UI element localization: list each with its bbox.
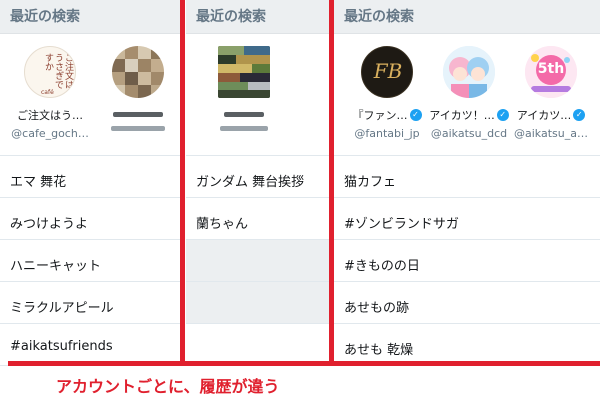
recent-search-panel-left: 最近の検索 ご注文はうさぎですか café ご注文はう… @cafe_goch… [0, 0, 182, 370]
empty-history-slot [186, 282, 330, 324]
pixelated-avatar-image [218, 46, 270, 98]
user-avatar [443, 46, 495, 98]
redacted-handle [220, 123, 268, 131]
user-avatar-redacted [218, 46, 270, 98]
user-handle: @fantabi_jp [354, 127, 420, 140]
avatar-logo-text: FB [373, 59, 403, 83]
search-history-item[interactable]: ミラクルアピール [0, 282, 182, 324]
anime-characters-avatar-image [443, 46, 495, 98]
annotation-divider-right [329, 0, 334, 366]
search-history-item[interactable]: あせも 乾燥 [334, 324, 600, 366]
search-history-item[interactable]: 蘭ちゃん [186, 198, 330, 240]
search-history-item[interactable]: #ゾンビランドサガ [334, 198, 600, 240]
verified-badge-icon: ✓ [496, 109, 509, 121]
search-history-item[interactable]: ハニーキャット [0, 240, 182, 282]
recent-user-aikatsu-anime[interactable]: 5th アイカツ… ✓ @aikatsu_a… [510, 46, 592, 155]
user-handle: @cafe_goch… [11, 127, 89, 140]
annotation-underline [8, 361, 600, 366]
user-name-row: 『ファン… ✓ [353, 107, 422, 123]
redacted-name [224, 109, 264, 117]
recent-users-row [186, 34, 330, 156]
user-name: アイカツ… [516, 109, 572, 122]
search-history-item[interactable]: ガンダム 舞台挨拶 [186, 156, 330, 198]
redacted-name [113, 109, 163, 117]
avatar-logo-sub: café [41, 89, 54, 96]
recent-user-redacted[interactable] [94, 46, 182, 155]
recent-search-panel-right: 最近の検索 FB 『ファン… ✓ @fantabi_jp アイカツ！… ✓ @a… [334, 0, 600, 370]
user-avatar: ご注文はうさぎですか café [24, 46, 76, 98]
search-history-item[interactable]: #きものの日 [334, 240, 600, 282]
recent-user-fantabi[interactable]: FB 『ファン… ✓ @fantabi_jp [346, 46, 428, 155]
user-name-row: アイカツ！… ✓ [429, 107, 509, 123]
verified-badge-icon: ✓ [409, 109, 422, 121]
annotation-caption: アカウントごとに、履歴が違う [56, 377, 280, 396]
verified-badge-icon: ✓ [573, 109, 586, 121]
recent-user-redacted[interactable] [214, 46, 274, 155]
recent-search-panel-middle: 最近の検索 ガンダム 舞台挨拶 蘭ちゃん [186, 0, 330, 370]
search-history-item[interactable]: みつけようよ [0, 198, 182, 240]
user-avatar-redacted [112, 46, 164, 98]
search-history-item[interactable]: 猫カフェ [334, 156, 600, 198]
user-handle: @aikatsu_a… [514, 127, 588, 140]
empty-history-slot [186, 240, 330, 282]
recent-users-row: ご注文はうさぎですか café ご注文はう… @cafe_goch… [0, 34, 182, 156]
redacted-handle [111, 123, 165, 131]
avatar-logo-text: 5th [537, 61, 565, 77]
recent-user-cafe[interactable]: ご注文はうさぎですか café ご注文はう… @cafe_goch… [6, 46, 94, 155]
user-name: ご注文はう… [17, 109, 83, 122]
avatar-logo-text: ご注文はうさぎですか [43, 53, 73, 89]
search-history-item[interactable]: エマ 舞花 [0, 156, 182, 198]
panel-header: 最近の検索 [186, 0, 330, 34]
user-name-row: アイカツ… ✓ [516, 107, 586, 123]
search-history-item[interactable]: #aikatsufriends [0, 324, 182, 366]
search-history-item[interactable]: あせもの跡 [334, 282, 600, 324]
panel-header: 最近の検索 [334, 0, 600, 34]
user-name: アイカツ！… [429, 109, 495, 122]
pixelated-avatar-image [112, 46, 164, 98]
annotation-divider-left [180, 0, 185, 366]
user-handle: @aikatsu_dcd [430, 127, 508, 140]
recent-user-aikatsu-dcd[interactable]: アイカツ！… ✓ @aikatsu_dcd [428, 46, 510, 155]
user-name: 『ファン… [352, 109, 408, 122]
recent-users-row: FB 『ファン… ✓ @fantabi_jp アイカツ！… ✓ @aikatsu_d… [334, 34, 600, 156]
panel-header: 最近の検索 [0, 0, 182, 34]
user-avatar: 5th [525, 46, 577, 98]
user-avatar: FB [361, 46, 413, 98]
